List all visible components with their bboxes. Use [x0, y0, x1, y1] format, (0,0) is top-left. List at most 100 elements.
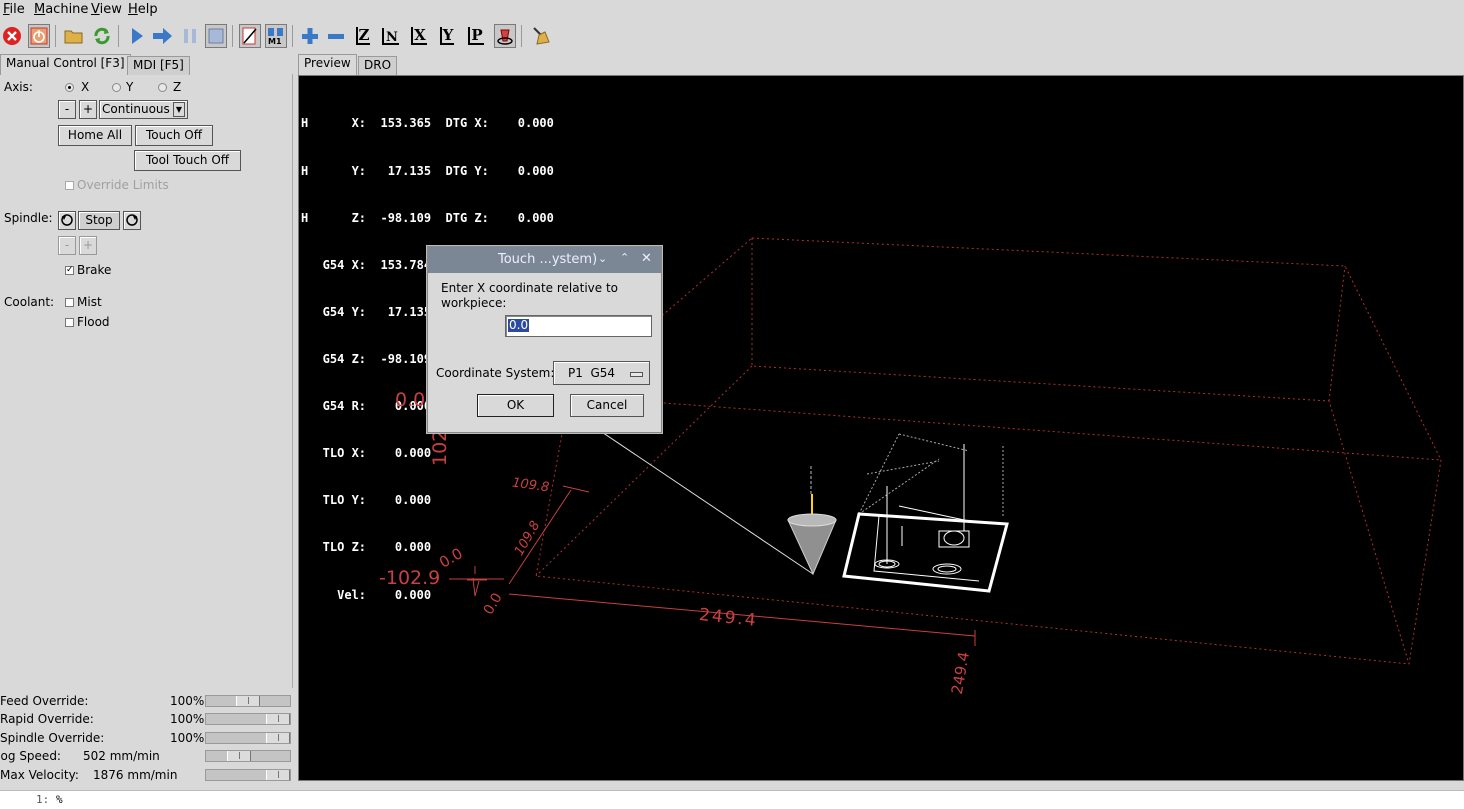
home-all-button[interactable]: Home All: [58, 125, 132, 146]
estop-icon[interactable]: [1, 24, 23, 48]
dialog-close-icon[interactable]: ✕: [641, 251, 652, 266]
zoom-in-icon[interactable]: [299, 24, 321, 48]
spindle-stop-button[interactable]: Stop: [78, 211, 120, 230]
brake-checkbox[interactable]: ✓: [65, 266, 74, 275]
open-file-icon[interactable]: [63, 24, 85, 48]
reload-icon[interactable]: [91, 24, 113, 48]
spindle-override-thumb[interactable]: [266, 733, 290, 743]
dropdown-indicator-icon: [630, 372, 643, 377]
dialog-title: Touch ...ystem): [498, 252, 598, 267]
stop-icon[interactable]: [205, 24, 227, 48]
run-icon[interactable]: [126, 24, 148, 48]
coordinate-system-select[interactable]: P1 G54: [553, 361, 650, 385]
spindle-override-value: 100%: [170, 731, 205, 745]
feed-override-slider[interactable]: [205, 695, 291, 707]
jog-mode-select[interactable]: Continuous ▼: [99, 100, 188, 119]
svg-text:N: N: [386, 30, 398, 45]
dialog-maximize-icon[interactable]: ⌃: [620, 251, 629, 264]
view-p-icon[interactable]: P: [465, 24, 487, 48]
rapid-override-slider[interactable]: [205, 713, 291, 725]
spindle-cw-icon[interactable]: [123, 211, 141, 230]
spindle-ccw-icon[interactable]: [58, 211, 76, 230]
tab-mdi[interactable]: MDI [F5]: [127, 56, 190, 75]
feed-override-thumb[interactable]: [236, 696, 260, 706]
axis-z-label: Z: [173, 80, 182, 94]
rotate-icon[interactable]: [494, 24, 516, 48]
power-icon[interactable]: [28, 24, 50, 48]
dro-line: H Z: -98.109 DTG Z: 0.000: [301, 210, 554, 225]
jog-mode-value: Continuous: [102, 102, 170, 116]
max-velocity-value: 1876 mm/min: [93, 768, 178, 782]
axis-z-radio[interactable]: [158, 83, 167, 92]
pause-icon[interactable]: [179, 24, 201, 48]
gcode-line-number: 1:: [36, 793, 50, 806]
jog-minus-button[interactable]: -: [58, 100, 76, 119]
svg-text:M1: M1: [268, 37, 282, 46]
view-z2-icon[interactable]: N: [380, 24, 402, 48]
menu-help[interactable]: Help: [128, 2, 158, 17]
coordinate-system-value: P1 G54: [568, 366, 616, 380]
dro-line: TLO Y: 0.000: [301, 493, 432, 508]
menu-view[interactable]: View: [91, 2, 122, 17]
view-z-icon[interactable]: Z: [352, 24, 374, 48]
axis-y-radio[interactable]: [112, 83, 121, 92]
menu-file[interactable]: File: [3, 2, 25, 17]
max-velocity-slider[interactable]: [205, 769, 291, 781]
tool-touch-off-button[interactable]: Tool Touch Off: [134, 150, 241, 171]
spindle-increase-button[interactable]: +: [79, 236, 97, 255]
jog-speed-value: 502 mm/min: [83, 749, 160, 763]
dialog-prompt: Enter X coordinate relative to workpiece…: [441, 281, 618, 310]
jog-speed-slider[interactable]: [205, 750, 291, 762]
menu-machine[interactable]: Machine: [34, 2, 88, 17]
rapid-override-thumb[interactable]: [266, 714, 290, 724]
ok-button[interactable]: OK: [477, 394, 554, 417]
tab-preview[interactable]: Preview: [298, 54, 357, 75]
gcode-line-text: %: [56, 793, 63, 806]
mist-checkbox[interactable]: [65, 298, 74, 307]
dim-label-neg-y: -102.9: [379, 567, 441, 589]
rapid-override-value: 100%: [170, 712, 205, 726]
override-sliders: Feed Override: 100% Rapid Override: 100%…: [0, 690, 292, 788]
override-limits-checkbox[interactable]: [65, 181, 74, 190]
clear-plot-icon[interactable]: [530, 24, 552, 48]
spindle-decrease-button[interactable]: -: [58, 236, 76, 255]
zoom-out-icon[interactable]: [325, 24, 347, 48]
coolant-label: Coolant:: [4, 295, 55, 309]
tab-manual-control[interactable]: Manual Control [F3]: [0, 54, 131, 75]
flood-checkbox[interactable]: [65, 318, 74, 327]
mist-label: Mist: [77, 295, 102, 309]
dialog-titlebar[interactable]: Touch ...ystem) ⌄ ⌃ ✕: [428, 247, 661, 273]
coordinate-system-label: Coordinate System:: [436, 366, 555, 380]
jog-plus-button[interactable]: +: [79, 100, 97, 119]
cancel-button[interactable]: Cancel: [570, 394, 644, 417]
block-delete-icon[interactable]: [239, 24, 261, 48]
spindle-label: Spindle:: [4, 211, 53, 225]
step-icon[interactable]: [152, 24, 174, 48]
chevron-down-icon: ▼: [173, 102, 185, 117]
feed-override-label: Feed Override:: [0, 694, 89, 708]
tab-dro[interactable]: DRO: [358, 56, 398, 75]
axis-label: Axis:: [4, 80, 33, 94]
optional-stop-icon[interactable]: M1: [265, 24, 287, 48]
jog-speed-thumb[interactable]: [227, 751, 251, 761]
coordinate-input[interactable]: 0.0: [505, 315, 652, 337]
toolbar: M1 Z N X Y P: [0, 21, 1464, 54]
axis-x-label: X: [81, 80, 90, 94]
axis-y-label: Y: [126, 80, 134, 94]
max-velocity-thumb[interactable]: [266, 770, 290, 780]
rapid-override-label: Rapid Override:: [0, 712, 94, 726]
view-x-icon[interactable]: X: [408, 24, 430, 48]
dialog-menu-icon[interactable]: ⌄: [598, 252, 607, 265]
spindle-override-label: Spindle Override:: [0, 731, 105, 745]
max-velocity-label: Max Velocity:: [0, 768, 79, 782]
dro-line: Vel: 0.000: [301, 587, 432, 602]
feed-override-value: 100%: [170, 694, 205, 708]
axis-x-radio[interactable]: [65, 83, 74, 92]
touch-off-dialog: Touch ...ystem) ⌄ ⌃ ✕ Enter X coordinate…: [427, 246, 662, 433]
gcode-listing[interactable]: 1: %: [0, 790, 1464, 809]
jog-speed-label: Jog Speed:: [0, 749, 61, 763]
view-y-icon[interactable]: Y: [436, 24, 458, 48]
override-limits-label: Override Limits: [77, 178, 169, 192]
spindle-override-slider[interactable]: [205, 732, 291, 744]
touch-off-button[interactable]: Touch Off: [135, 125, 213, 146]
